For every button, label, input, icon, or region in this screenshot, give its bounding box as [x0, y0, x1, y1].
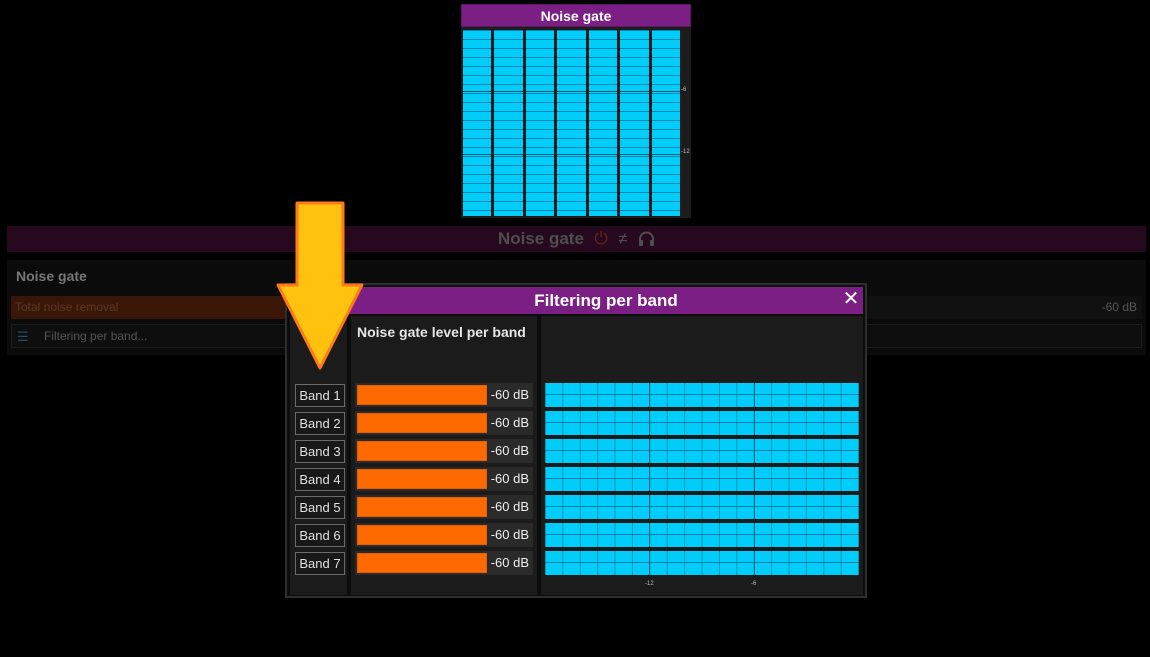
headphones-icon[interactable] [638, 229, 655, 248]
level-value: -60 dB [490, 415, 529, 430]
not-equal-icon[interactable]: ≠ [618, 229, 627, 248]
band-level-slider[interactable]: -60 dB [355, 551, 533, 575]
slider-fill [357, 497, 487, 517]
slider-fill [357, 385, 487, 405]
meter-column [651, 30, 681, 216]
level-value: -60 dB [490, 527, 529, 542]
slider-fill [357, 553, 487, 573]
meter-title: Noise gate [461, 4, 691, 27]
graph-tick: -12 [645, 581, 654, 587]
level-column: Noise gate level per band -60 dB -60 dB … [351, 316, 537, 595]
slider-fill [357, 469, 487, 489]
filtering-button-label: Filtering per band... [44, 329, 148, 343]
band-level-slider[interactable]: -60 dB [355, 495, 533, 519]
noise-gate-meter: Noise gate -6 -12 [461, 4, 691, 218]
band-button[interactable]: Band 5 [295, 496, 345, 519]
meter-tick: -12 [681, 149, 690, 155]
meter-column [557, 30, 587, 216]
level-column-title: Noise gate level per band [357, 324, 526, 340]
meter-column [620, 30, 649, 216]
graph-tick: -6 [751, 581, 757, 587]
filtering-per-band-dialog: Filtering per band ✕ Band 1 Band 2 Band … [285, 283, 867, 598]
band-button[interactable]: Band 1 [295, 384, 345, 407]
band-level-slider[interactable]: -60 dB [355, 411, 533, 435]
band-level-bar [545, 411, 859, 435]
panel-title: Noise gate [16, 268, 87, 284]
meter-body: -6 -12 [461, 27, 691, 218]
band-level-graph: -12 -6 [541, 316, 863, 595]
slider-fill [357, 525, 487, 545]
meter-column [588, 30, 618, 216]
band-level-bar [545, 467, 859, 491]
checklist-icon: ☰ [17, 329, 29, 344]
section-header: Noise gate ⏻ ≠ [7, 226, 1146, 252]
band-button[interactable]: Band 7 [295, 552, 345, 575]
band-level-bar [545, 551, 859, 575]
meter-tick: -6 [681, 87, 687, 93]
band-button[interactable]: Band 4 [295, 468, 345, 491]
meter-columns [463, 30, 681, 216]
band-level-bar [545, 495, 859, 519]
band-level-bar [545, 383, 859, 407]
band-level-bar [545, 523, 859, 547]
slider-fill [357, 441, 487, 461]
meter-column [494, 30, 524, 216]
band-level-slider[interactable]: -60 dB [355, 383, 533, 407]
band-level-slider[interactable]: -60 dB [355, 523, 533, 547]
band-level-bar [545, 439, 859, 463]
level-value: -60 dB [490, 471, 529, 486]
section-title: Noise gate [497, 229, 584, 248]
meter-column [463, 30, 492, 216]
level-value: -60 dB [490, 499, 529, 514]
band-level-slider[interactable]: -60 dB [355, 439, 533, 463]
band-button[interactable]: Band 6 [295, 524, 345, 547]
close-icon[interactable]: ✕ [841, 287, 861, 311]
dialog-title: Filtering per band [349, 287, 863, 314]
level-value: -60 dB [490, 387, 529, 402]
band-button[interactable]: Band 2 [295, 412, 345, 435]
level-value: -60 dB [490, 555, 529, 570]
down-arrow-icon [276, 201, 364, 370]
slider-label: Total noise removal [15, 300, 119, 314]
meter-column [525, 30, 555, 216]
slider-fill [357, 413, 487, 433]
band-level-slider[interactable]: -60 dB [355, 467, 533, 491]
power-icon[interactable]: ⏻ [594, 229, 607, 248]
band-button[interactable]: Band 3 [295, 440, 345, 463]
slider-value: -60 dB [1101, 300, 1137, 314]
level-value: -60 dB [490, 443, 529, 458]
